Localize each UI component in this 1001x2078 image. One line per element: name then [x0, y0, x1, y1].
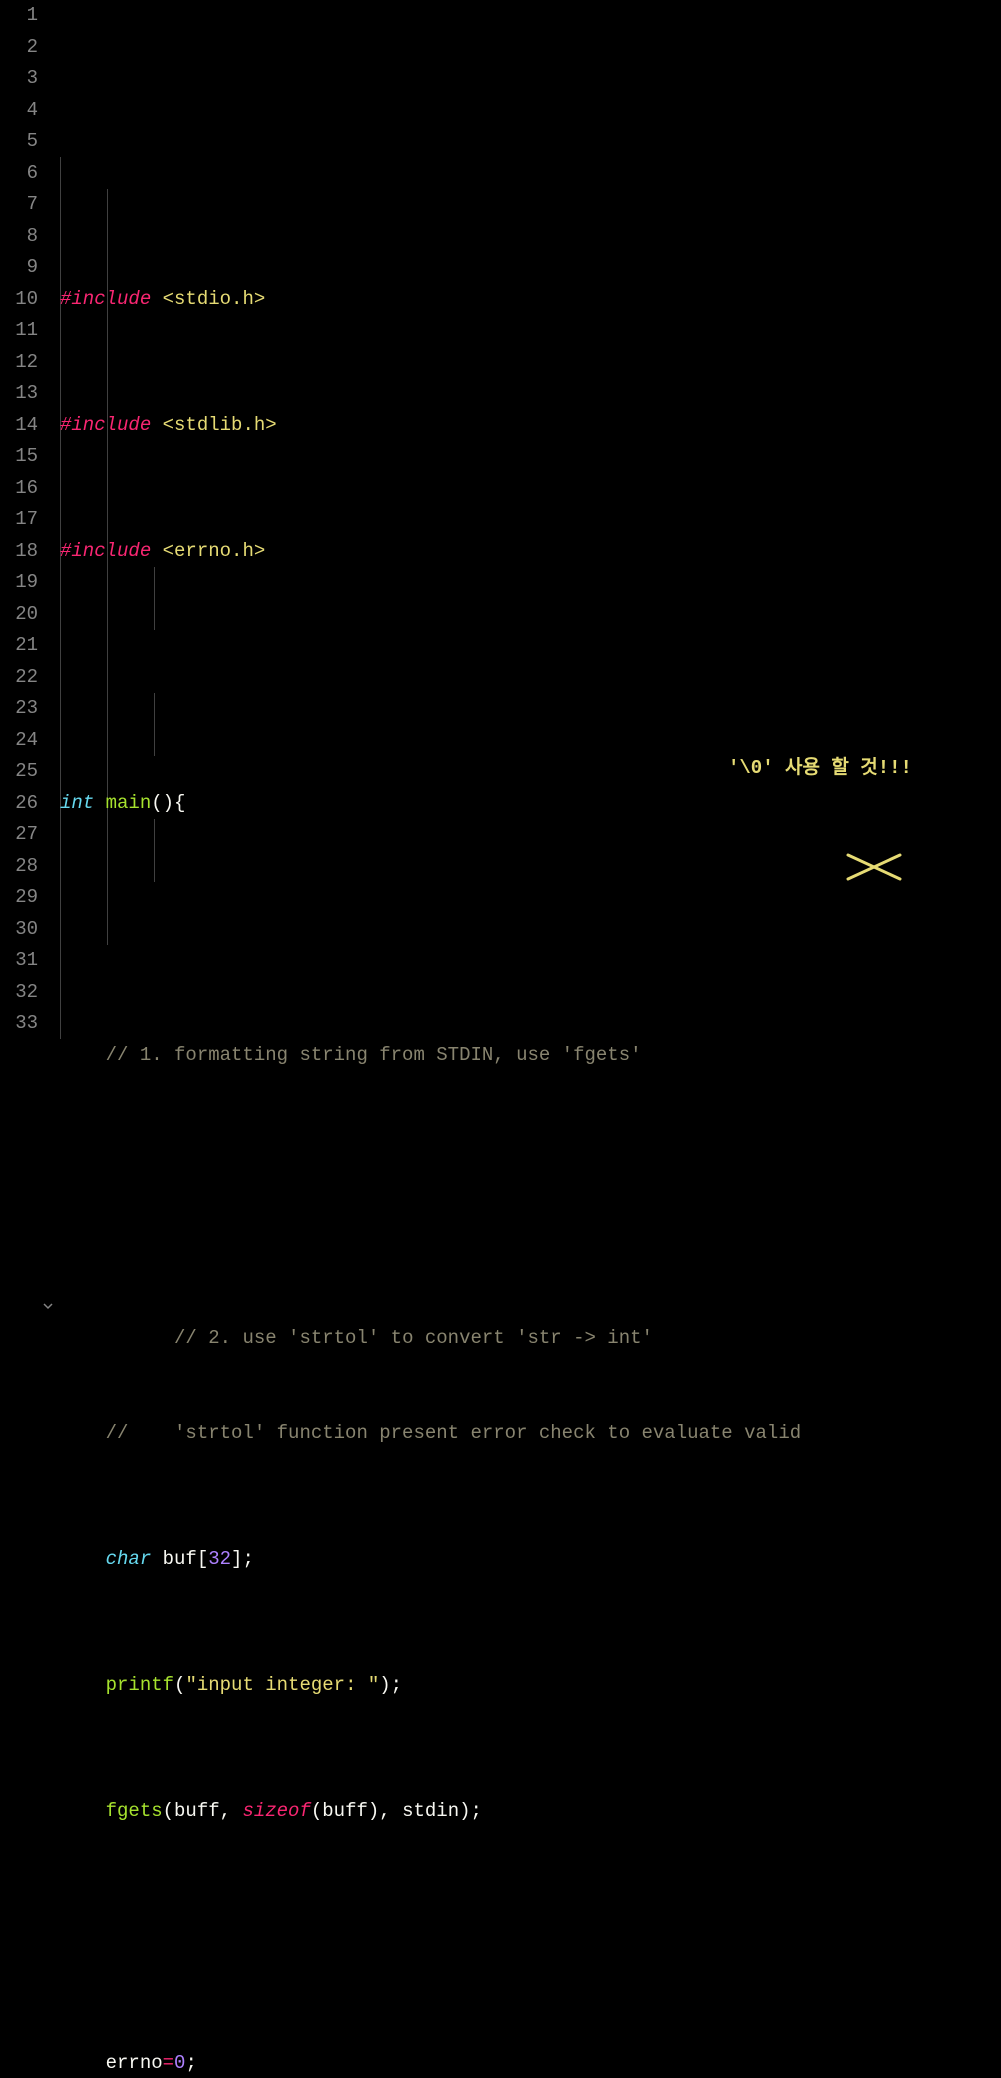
code-line[interactable]: #include <stdio.h>: [60, 284, 1001, 316]
code-line[interactable]: #include <stdlib.h>: [60, 410, 1001, 442]
annotation-text: '\0' 사용 할 것!!!: [728, 753, 912, 785]
code-line[interactable]: [60, 662, 1001, 694]
line-number: 12: [0, 347, 38, 379]
line-number: 11: [0, 315, 38, 347]
line-number: 16: [0, 473, 38, 505]
indent-guide: [154, 819, 155, 882]
line-number: 33: [0, 1008, 38, 1040]
line-number: 5: [0, 126, 38, 158]
line-number: 7: [0, 189, 38, 221]
code-line[interactable]: errno=0;: [60, 2048, 1001, 2078]
line-number: 9: [0, 252, 38, 284]
line-number: 21: [0, 630, 38, 662]
line-number: 24: [0, 725, 38, 757]
line-number: 2: [0, 32, 38, 64]
code-line[interactable]: [60, 1922, 1001, 1954]
line-number: 15: [0, 441, 38, 473]
line-number: 22: [0, 662, 38, 694]
line-number: 18: [0, 536, 38, 568]
line-number: 23: [0, 693, 38, 725]
line-number: 31: [0, 945, 38, 977]
line-number: 8: [0, 221, 38, 253]
line-number: 30: [0, 914, 38, 946]
line-number: 17: [0, 504, 38, 536]
line-number: 32: [0, 977, 38, 1009]
code-line[interactable]: // 2. use 'strtol' to convert 'str -> in…: [60, 1292, 1001, 1324]
line-number: 4: [0, 95, 38, 127]
indent-guide: [154, 693, 155, 756]
line-number: 28: [0, 851, 38, 883]
line-number-gutter: 1 2 3 4 5 6 7 8 9 10 11 12 13 14 15 16 1…: [0, 0, 60, 1039]
indent-guide: [154, 567, 155, 630]
line-number: 14: [0, 410, 38, 442]
line-number: 10: [0, 284, 38, 316]
code-line[interactable]: int main(){: [60, 788, 1001, 820]
line-number: 27: [0, 819, 38, 851]
line-number: 25: [0, 756, 38, 788]
line-number: 26: [0, 788, 38, 820]
code-area[interactable]: #include <stdio.h> #include <stdlib.h> #…: [60, 0, 1001, 1039]
line-number: 3: [0, 63, 38, 95]
line-number: 1: [0, 0, 38, 32]
line-number: 29: [0, 882, 38, 914]
code-line[interactable]: #include <errno.h>: [60, 536, 1001, 568]
code-line[interactable]: // 1. formatting string from STDIN, use …: [60, 1040, 1001, 1072]
code-line[interactable]: [60, 914, 1001, 946]
line-number: 19: [0, 567, 38, 599]
line-number: 13: [0, 378, 38, 410]
code-line[interactable]: [60, 1166, 1001, 1198]
code-line[interactable]: char buf[32];: [60, 1544, 1001, 1576]
code-line[interactable]: printf("input integer: ");: [60, 1670, 1001, 1702]
code-line[interactable]: // 'strtol' function present error check…: [60, 1418, 1001, 1450]
line-number: 6: [0, 158, 38, 190]
code-line[interactable]: fgets(buff, sizeof(buff), stdin);: [60, 1796, 1001, 1828]
line-number: 20: [0, 599, 38, 631]
chevron-down-icon[interactable]: [42, 1300, 54, 1312]
code-editor[interactable]: 1 2 3 4 5 6 7 8 9 10 11 12 13 14 15 16 1…: [0, 0, 1001, 1039]
